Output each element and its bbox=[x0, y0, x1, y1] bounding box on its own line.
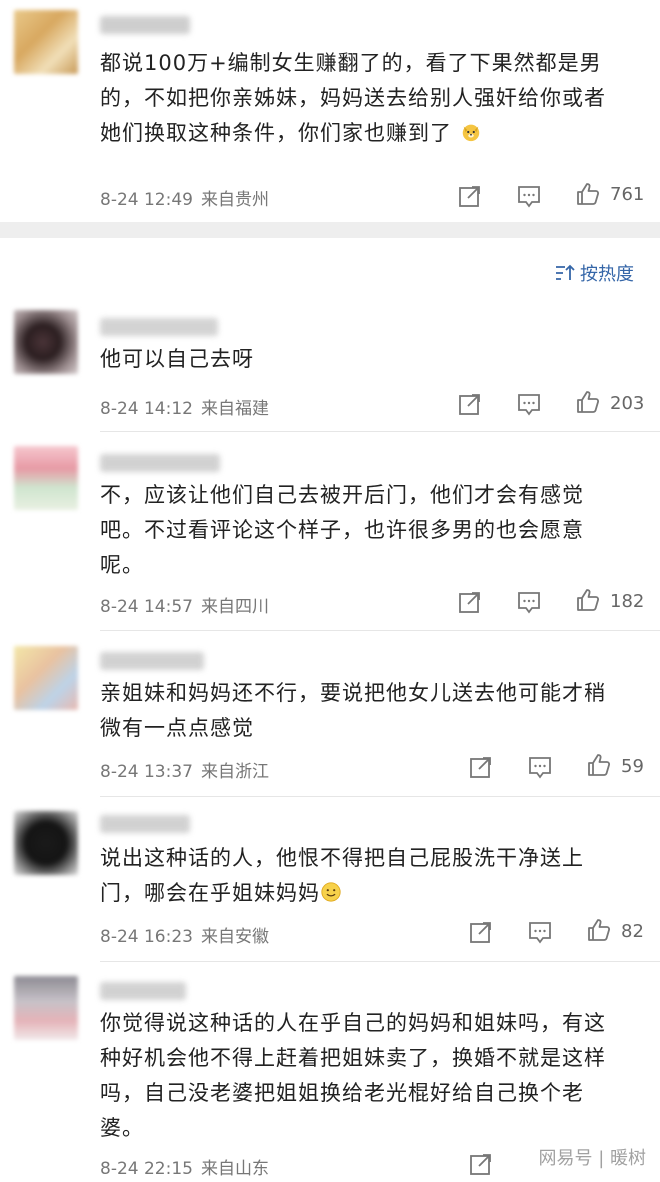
comment-meta: 8-24 16:23 来自安徽 bbox=[100, 927, 269, 947]
share-icon[interactable] bbox=[457, 183, 483, 209]
avatar[interactable] bbox=[14, 10, 78, 74]
share-icon[interactable] bbox=[468, 754, 494, 780]
like-count: 182 bbox=[610, 591, 645, 612]
username-blurred[interactable] bbox=[100, 652, 204, 670]
comment-text: 你觉得说这种话的人在乎自己的妈妈和姐妹吗，有这 种好机会他不得上赶着把姐妹卖了，… bbox=[100, 1011, 606, 1140]
comment-text: 不，应该让他们自己去被开后门，他们才会有感觉 吧。不过看评论这个样子，也许很多男… bbox=[100, 483, 584, 577]
comment-text: 说出这种话的人，他恨不得把自己屁股洗干净送上 门，哪会在乎姐妹妈妈 bbox=[100, 846, 584, 905]
separator bbox=[100, 630, 660, 631]
like-icon[interactable] bbox=[586, 752, 612, 778]
share-icon[interactable] bbox=[457, 391, 483, 417]
username-blurred[interactable] bbox=[100, 815, 190, 833]
like-count: 203 bbox=[610, 393, 645, 414]
share-icon[interactable] bbox=[468, 1151, 494, 1177]
separator bbox=[100, 796, 660, 797]
smile-face-icon bbox=[321, 882, 341, 902]
like-count: 82 bbox=[621, 921, 644, 942]
comment-text: 他可以自己去呀 bbox=[100, 347, 254, 371]
comment-icon[interactable] bbox=[527, 919, 553, 945]
username-blurred[interactable] bbox=[100, 16, 190, 34]
sort-label: 按热度 bbox=[580, 264, 634, 285]
sort-bar: 按热度 bbox=[0, 238, 660, 296]
comment-text: 都说100万+编制女生赚翻了的，看了下果然都是男 的，不如把你亲姊妹，妈妈送去给… bbox=[100, 51, 606, 145]
avatar[interactable] bbox=[14, 310, 78, 374]
comment-meta: 8-24 14:12 来自福建 bbox=[100, 399, 269, 419]
avatar[interactable] bbox=[14, 646, 78, 710]
sort-button[interactable]: 按热度 bbox=[554, 260, 634, 286]
avatar[interactable] bbox=[14, 976, 78, 1040]
top-comment: 都说100万+编制女生赚翻了的，看了下果然都是男 的，不如把你亲姊妹，妈妈送去给… bbox=[0, 0, 660, 222]
username-blurred[interactable] bbox=[100, 318, 218, 336]
avatar[interactable] bbox=[14, 811, 78, 875]
watermark: 网易号 | 暖树 bbox=[538, 1148, 646, 1169]
like-icon[interactable] bbox=[575, 389, 601, 415]
comment-icon[interactable] bbox=[516, 589, 542, 615]
avatar[interactable] bbox=[14, 446, 78, 510]
like-count: 59 bbox=[621, 756, 644, 777]
like-count: 761 bbox=[610, 184, 645, 205]
share-icon[interactable] bbox=[468, 919, 494, 945]
comment-meta: 8-24 12:49 来自贵州 bbox=[100, 190, 269, 210]
share-icon[interactable] bbox=[457, 589, 483, 615]
section-divider bbox=[0, 222, 660, 238]
comment-text: 亲姐妹和妈妈还不行，要说把他女儿送去他可能才稍 微有一点点感觉 bbox=[100, 681, 606, 740]
like-icon[interactable] bbox=[575, 587, 601, 613]
username-blurred[interactable] bbox=[100, 982, 186, 1000]
sort-icon bbox=[556, 264, 575, 280]
comment-icon[interactable] bbox=[516, 183, 542, 209]
separator bbox=[100, 431, 660, 432]
like-icon[interactable] bbox=[586, 917, 612, 943]
dog-face-icon bbox=[462, 124, 479, 142]
like-icon[interactable] bbox=[575, 181, 601, 207]
comment-meta: 8-24 22:15 来自山东 bbox=[100, 1159, 269, 1179]
comment-meta: 8-24 13:37 来自浙江 bbox=[100, 762, 269, 782]
comment-meta: 8-24 14:57 来自四川 bbox=[100, 597, 269, 617]
separator bbox=[100, 961, 660, 962]
comment-icon[interactable] bbox=[516, 391, 542, 417]
comment-icon[interactable] bbox=[527, 754, 553, 780]
username-blurred[interactable] bbox=[100, 454, 220, 472]
